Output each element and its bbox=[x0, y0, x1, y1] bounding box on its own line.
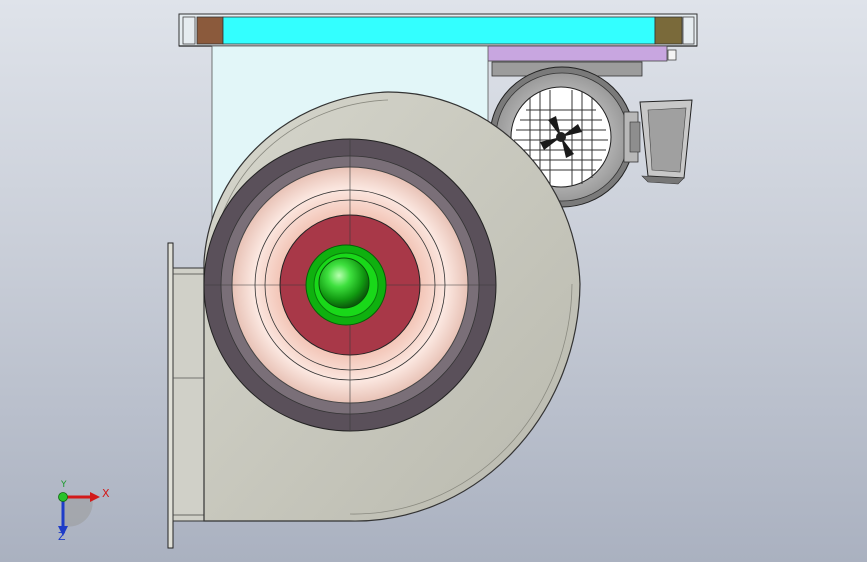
cad-viewport[interactable]: X Y Z bbox=[0, 0, 867, 562]
mounting-rail[interactable] bbox=[178, 13, 698, 47]
fan-assembly-model[interactable] bbox=[0, 0, 867, 562]
x-axis-label: X bbox=[102, 487, 110, 500]
coordinate-triad: X Y Z bbox=[40, 476, 120, 546]
y-axis-dot bbox=[58, 492, 68, 502]
rail-pad-left bbox=[196, 16, 224, 45]
y-axis-label: Y bbox=[61, 480, 67, 490]
rail-beam bbox=[222, 16, 656, 45]
z-axis-label: Z bbox=[58, 530, 66, 543]
hub-cap[interactable] bbox=[305, 244, 387, 326]
motor-bracket[interactable] bbox=[486, 45, 677, 62]
outlet-flange[interactable] bbox=[167, 242, 207, 549]
rail-pad-right bbox=[654, 16, 683, 45]
